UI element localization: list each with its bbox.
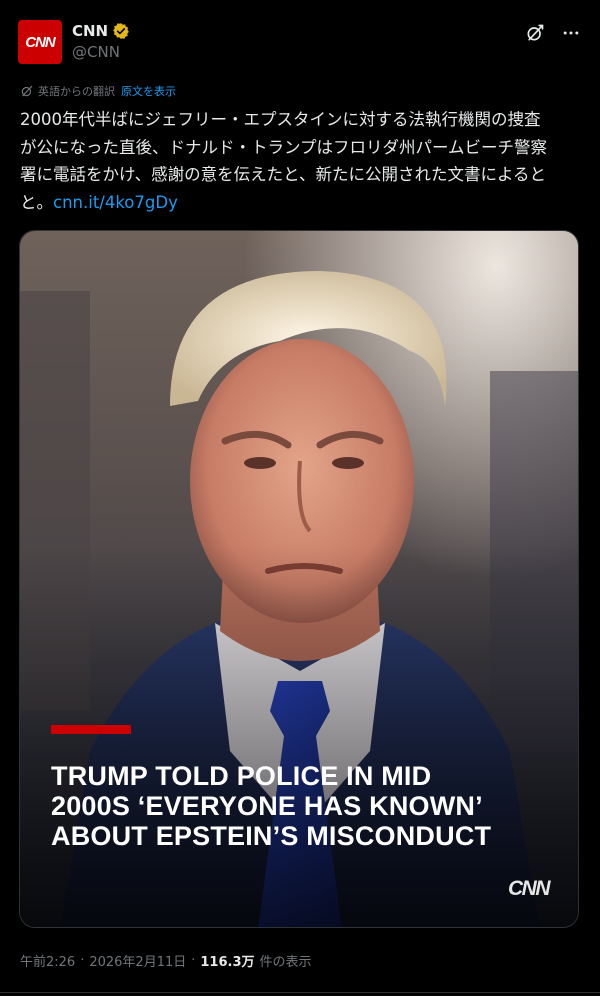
grok-icon[interactable]	[524, 22, 546, 44]
show-original-link[interactable]: 原文を表示	[121, 83, 176, 99]
avatar[interactable]: CNN	[18, 20, 62, 64]
translation-row: 英語からの翻訳 原文を表示	[20, 83, 176, 99]
meta-separator: ·	[191, 953, 196, 968]
translation-label: 英語からの翻訳	[38, 85, 115, 98]
tweet-media-image[interactable]: TRUMP TOLD POLICE IN MID 2000S ‘EVERYONE…	[19, 230, 579, 928]
verified-badge-icon[interactable]	[112, 22, 130, 40]
accent-bar	[51, 725, 131, 734]
views-label: 件の表示	[259, 955, 312, 970]
handle[interactable]: @CNN	[72, 43, 130, 61]
views-count[interactable]: 116.3万	[200, 951, 254, 970]
header-actions	[524, 22, 582, 44]
divider	[0, 992, 600, 993]
tweet-meta: 午前2:26 · 2026年2月11日 · 116.3万 件の表示	[20, 951, 312, 970]
display-name[interactable]: CNN	[72, 22, 108, 40]
display-name-row: CNN	[72, 20, 130, 42]
tweet-header: CNN CNN @CNN	[18, 20, 582, 66]
meta-separator: ·	[80, 953, 85, 968]
more-icon[interactable]	[560, 22, 582, 44]
author-info: CNN @CNN	[72, 20, 130, 61]
headline-line: 2000S ‘EVERYONE HAS KNOWN’	[51, 791, 483, 821]
headline-line: TRUMP TOLD POLICE IN MID	[51, 761, 432, 791]
tweet-time[interactable]: 午前2:26	[20, 951, 75, 970]
headline-line: ABOUT EPSTEIN’S MISCONDUCT	[51, 821, 492, 851]
cnn-watermark-logo: CNN	[508, 877, 551, 900]
tweet-link[interactable]: cnn.it/4ko7gDy	[53, 193, 178, 212]
cnn-logo: CNN	[25, 33, 55, 51]
media-headline: TRUMP TOLD POLICE IN MID 2000S ‘EVERYONE…	[51, 761, 551, 851]
tweet-date[interactable]: 2026年2月11日	[89, 951, 186, 970]
tweet-text: 2000年代半ばにジェフリー・エプスタインに対する法執行機関の捜査 が公になった…	[20, 106, 582, 216]
translate-icon	[20, 84, 34, 98]
